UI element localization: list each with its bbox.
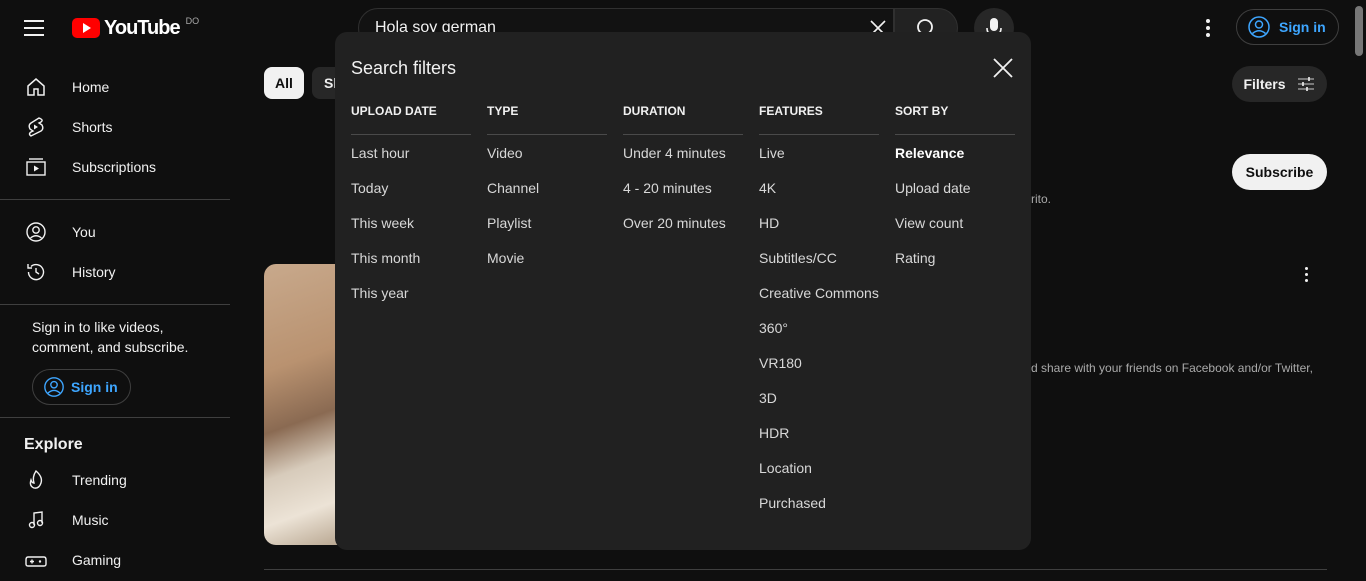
filter-heading: FEATURES	[759, 102, 879, 135]
filter-column-features: FEATURES Live 4K HD Subtitles/CC Creativ…	[759, 102, 879, 520]
filter-heading: SORT BY	[895, 102, 1015, 135]
youtube-play-icon	[72, 18, 100, 38]
sidebar-divider	[0, 199, 230, 200]
scrollbar-thumb[interactable]	[1355, 6, 1363, 56]
sidebar: Home Shorts Subscriptions You History Si…	[0, 56, 230, 581]
sidebar-item-label: Music	[72, 512, 109, 528]
filter-option-video[interactable]: Video	[487, 135, 607, 170]
search-filters-dialog: Search filters UPLOAD DATE Last hour Tod…	[335, 32, 1031, 550]
shorts-icon	[24, 115, 48, 139]
gaming-icon	[24, 548, 48, 572]
filters-label: Filters	[1243, 76, 1286, 92]
scrollbar[interactable]	[1352, 0, 1366, 581]
close-icon[interactable]	[991, 56, 1015, 80]
filter-column-type: TYPE Video Channel Playlist Movie	[487, 102, 607, 275]
filter-column-upload-date: UPLOAD DATE Last hour Today This week Th…	[351, 102, 471, 310]
filter-option-this-week[interactable]: This week	[351, 205, 471, 240]
video-thumbnail[interactable]	[264, 264, 344, 545]
filter-option-this-month[interactable]: This month	[351, 240, 471, 275]
trending-icon	[24, 468, 48, 492]
sign-in-label: Sign in	[1279, 19, 1326, 35]
you-icon	[24, 220, 48, 244]
filter-option-creative-commons[interactable]: Creative Commons	[759, 275, 879, 310]
filter-option-hd[interactable]: HD	[759, 205, 879, 240]
sign-in-prompt: Sign in to like videos, comment, and sub…	[32, 319, 189, 355]
filter-option-channel[interactable]: Channel	[487, 170, 607, 205]
subscribe-button[interactable]: Subscribe	[1232, 154, 1327, 190]
filters-button[interactable]: Filters	[1232, 66, 1327, 102]
results-divider	[264, 569, 1327, 570]
sidebar-divider	[0, 417, 230, 418]
filter-option-under-4-minutes[interactable]: Under 4 minutes	[623, 135, 743, 170]
sidebar-item-label: Shorts	[72, 119, 113, 135]
filter-heading: TYPE	[487, 102, 607, 135]
result-more-icon[interactable]	[1296, 262, 1316, 286]
sort-option-rating[interactable]: Rating	[895, 240, 1015, 275]
filter-column-sort-by: SORT BY Relevance Upload date View count…	[895, 102, 1015, 275]
filter-option-playlist[interactable]: Playlist	[487, 205, 607, 240]
filter-sliders-icon	[1297, 77, 1314, 91]
filter-option-4-20-minutes[interactable]: 4 - 20 minutes	[623, 170, 743, 205]
filter-option-purchased[interactable]: Purchased	[759, 485, 879, 520]
filter-option-today[interactable]: Today	[351, 170, 471, 205]
sign-in-label: Sign in	[71, 379, 118, 395]
sidebar-item-label: History	[72, 264, 116, 280]
filter-option-4k[interactable]: 4K	[759, 170, 879, 205]
result-snippet: d share with your friends on Facebook an…	[1031, 361, 1313, 375]
sidebar-item-shorts[interactable]: Shorts	[0, 107, 230, 147]
history-icon	[24, 260, 48, 284]
logo-text: YouTube	[104, 16, 181, 39]
sidebar-item-you[interactable]: You	[0, 212, 230, 252]
sidebar-item-label: Trending	[72, 472, 127, 488]
filter-option-subtitles[interactable]: Subtitles/CC	[759, 240, 879, 275]
chip-all[interactable]: All	[264, 67, 304, 99]
sidebar-item-trending[interactable]: Trending	[0, 460, 230, 500]
sign-in-button[interactable]: Sign in	[1236, 9, 1339, 45]
sidebar-item-subscriptions[interactable]: Subscriptions	[0, 147, 230, 187]
filter-option-live[interactable]: Live	[759, 135, 879, 170]
sidebar-item-label: Subscriptions	[72, 159, 157, 175]
subscriptions-icon	[24, 155, 48, 179]
sort-option-view-count[interactable]: View count	[895, 205, 1015, 240]
settings-more-icon[interactable]	[1194, 14, 1222, 42]
sidebar-item-gaming[interactable]: Gaming	[0, 540, 230, 580]
home-icon	[24, 75, 48, 99]
filter-option-vr180[interactable]: VR180	[759, 345, 879, 380]
sidebar-divider	[0, 304, 230, 305]
sidebar-item-label: Gaming	[72, 552, 122, 568]
dialog-title: Search filters	[351, 58, 457, 78]
account-icon	[1248, 16, 1270, 38]
sidebar-item-label: You	[72, 224, 96, 240]
filter-option-3d[interactable]: 3D	[759, 380, 879, 415]
youtube-logo[interactable]: YouTube DO	[72, 16, 199, 40]
result-snippet: rito.	[1031, 192, 1052, 206]
sidebar-item-music[interactable]: Music	[0, 500, 230, 540]
filter-column-duration: DURATION Under 4 minutes 4 - 20 minutes …	[623, 102, 743, 240]
filter-option-over-20-minutes[interactable]: Over 20 minutes	[623, 205, 743, 240]
sidebar-item-history[interactable]: History	[0, 252, 230, 292]
filter-heading: UPLOAD DATE	[351, 102, 471, 135]
menu-icon[interactable]	[24, 16, 48, 40]
filter-option-this-year[interactable]: This year	[351, 275, 471, 310]
filter-option-360[interactable]: 360°	[759, 310, 879, 345]
filter-option-location[interactable]: Location	[759, 450, 879, 485]
account-icon	[44, 377, 64, 397]
sort-option-relevance[interactable]: Relevance	[895, 135, 1015, 170]
sidebar-item-label: Home	[72, 79, 110, 95]
filter-option-last-hour[interactable]: Last hour	[351, 135, 471, 170]
sort-option-upload-date[interactable]: Upload date	[895, 170, 1015, 205]
sidebar-sign-in-button[interactable]: Sign in	[32, 369, 131, 405]
country-code: DO	[185, 16, 200, 26]
explore-heading: Explore	[24, 436, 83, 453]
filter-option-movie[interactable]: Movie	[487, 240, 607, 275]
sidebar-item-home[interactable]: Home	[0, 67, 230, 107]
music-icon	[24, 508, 48, 532]
filter-heading: DURATION	[623, 102, 743, 135]
filter-option-hdr[interactable]: HDR	[759, 415, 879, 450]
